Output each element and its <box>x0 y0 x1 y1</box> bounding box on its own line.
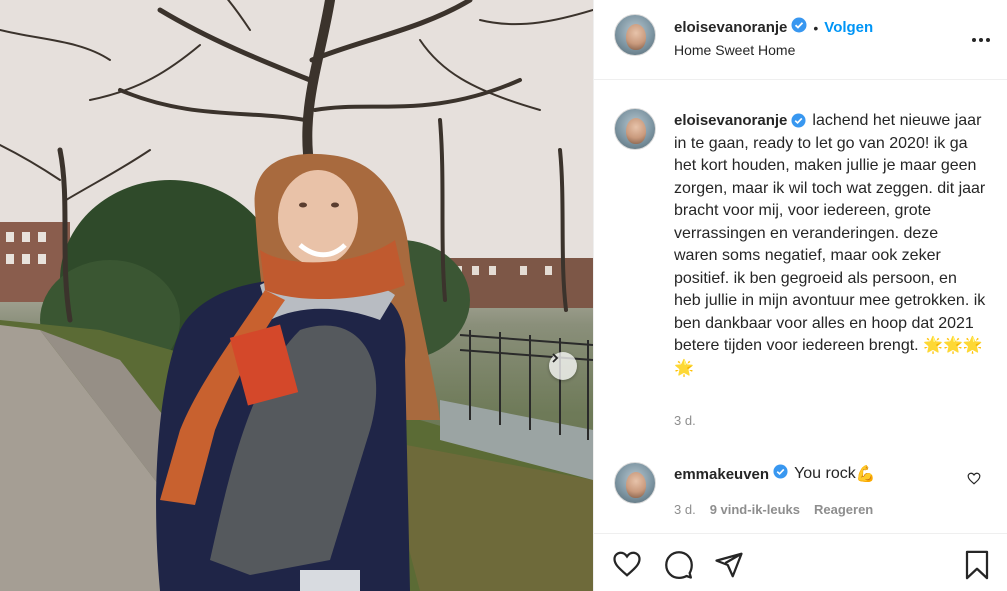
post-photo[interactable] <box>0 0 593 591</box>
comment-meta: 3 d. 9 vind-ik-leuks Reageren <box>674 502 873 517</box>
heart-icon[interactable] <box>612 550 642 583</box>
caption-author-avatar[interactable] <box>614 108 656 150</box>
caption-author-username[interactable]: eloisevanoranje <box>674 112 787 129</box>
reply-button[interactable]: Reageren <box>814 502 873 517</box>
post-detail-panel: eloisevanoranje • Volgen Home Sweet Home… <box>593 0 1007 591</box>
caption-timestamp[interactable]: 3 d. <box>674 413 696 428</box>
comment-line: emmakeuven You rock 💪 <box>674 464 876 484</box>
author-avatar[interactable] <box>614 14 656 56</box>
caption-body: lachend het nieuwe jaar in te gaan, read… <box>674 112 986 354</box>
post-actions-bar <box>594 533 1007 591</box>
comment-likes-count[interactable]: 9 vind-ik-leuks <box>710 502 800 517</box>
verified-badge-icon <box>791 113 806 128</box>
chevron-right-icon <box>552 353 559 363</box>
comment-text: You rock <box>794 465 856 482</box>
post-header: eloisevanoranje • Volgen Home Sweet Home <box>594 0 1007 80</box>
commenter-username[interactable]: emmakeuven <box>674 466 769 483</box>
more-options-icon[interactable] <box>971 30 991 48</box>
verified-badge-icon <box>791 17 807 38</box>
author-name-row: eloisevanoranje • Volgen <box>674 17 873 38</box>
share-icon[interactable] <box>714 550 744 585</box>
separator-dot: • <box>813 19 819 36</box>
post-location[interactable]: Home Sweet Home <box>674 42 795 58</box>
commenter-avatar[interactable] <box>614 462 656 504</box>
author-username[interactable]: eloisevanoranje <box>674 19 787 36</box>
follow-button[interactable]: Volgen <box>824 19 873 36</box>
verified-badge-icon <box>773 464 788 484</box>
photo-illustration <box>0 0 593 591</box>
post-caption: eloisevanoranje lachend het nieuwe jaar i… <box>594 80 1007 458</box>
comment-timestamp[interactable]: 3 d. <box>674 502 696 517</box>
next-photo-button[interactable] <box>549 352 577 380</box>
bookmark-icon[interactable] <box>964 550 990 585</box>
comment-emoji: 💪 <box>855 466 876 483</box>
comment-like-icon[interactable] <box>967 472 981 490</box>
caption-text-block: eloisevanoranje lachend het nieuwe jaar i… <box>674 110 986 380</box>
comment-icon[interactable] <box>664 550 694 585</box>
